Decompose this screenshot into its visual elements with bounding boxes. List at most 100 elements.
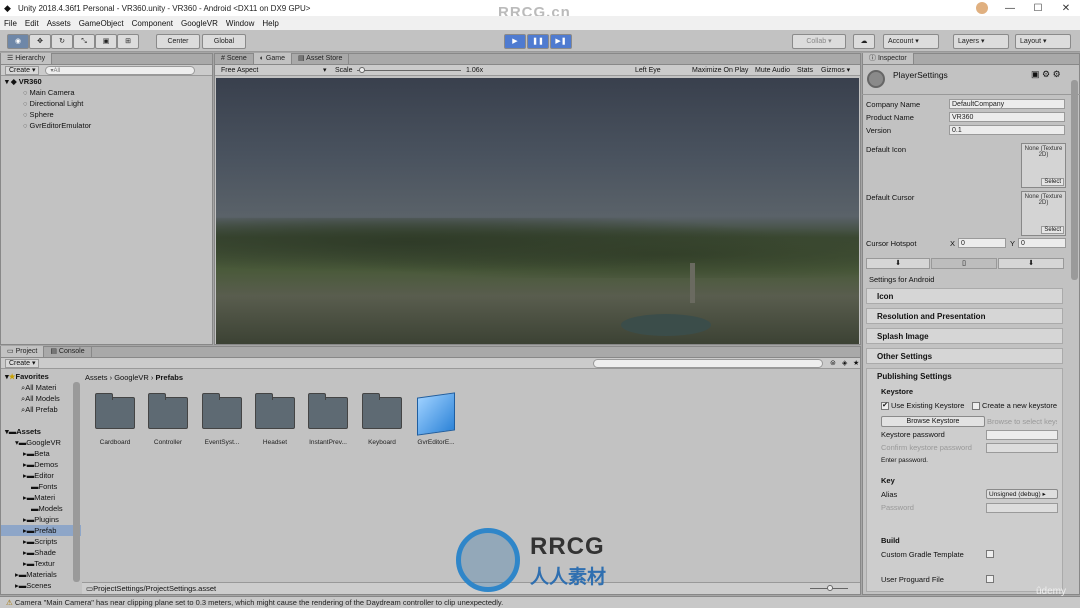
avatar[interactable] (976, 2, 988, 14)
scale-tool-button[interactable]: ⤡ (73, 34, 95, 49)
product-name-field[interactable]: VR360 (949, 112, 1065, 122)
scale-slider-thumb[interactable] (359, 67, 365, 73)
layers-dropdown[interactable]: Layers ▾ (953, 34, 1009, 49)
create-keystore-checkbox[interactable] (972, 402, 980, 410)
browse-keystore-button[interactable]: Browse Keystore (881, 416, 985, 427)
use-existing-keystore-checkbox[interactable]: ✔ (881, 402, 889, 410)
hierarchy-item-sphere[interactable]: ◌ Sphere (1, 109, 212, 120)
mute-audio-toggle[interactable]: Mute Audio (755, 67, 790, 74)
icon-size-slider-thumb[interactable] (827, 585, 833, 591)
menu-googlevr[interactable]: GoogleVR (181, 19, 218, 28)
menu-window[interactable]: Window (226, 19, 254, 28)
tree-item[interactable]: ⌕All Materi (1, 382, 81, 393)
user-proguard-checkbox[interactable] (986, 575, 994, 583)
company-name-field[interactable]: DefaultCompany (949, 99, 1065, 109)
breadcrumb-prefabs[interactable]: Prefabs (156, 373, 184, 382)
minimize-button[interactable]: — (996, 3, 1024, 14)
section-icon[interactable]: Icon (866, 288, 1063, 304)
layout-dropdown[interactable]: Layout ▾ (1015, 34, 1071, 49)
custom-gradle-checkbox[interactable] (986, 550, 994, 558)
breadcrumb-assets[interactable]: Assets (85, 373, 108, 382)
tree-item[interactable]: ▬Models (1, 503, 81, 514)
keystore-password-field[interactable] (986, 430, 1058, 440)
tab-scene[interactable]: # Scene (215, 53, 254, 64)
tree-item-selected[interactable]: ▸▬Prefab (1, 525, 81, 536)
folder-controller-icon[interactable] (148, 393, 188, 429)
maximize-on-play-toggle[interactable]: Maximize On Play (692, 67, 748, 74)
select-button[interactable]: Select (1041, 178, 1064, 186)
assets-header[interactable]: ▾▬Assets (1, 426, 81, 437)
alias-dropdown[interactable]: Unsigned (debug) ▸ (986, 489, 1058, 499)
cloud-button[interactable]: ☁ (853, 34, 875, 49)
status-bar[interactable]: ⚠ Camera "Main Camera" has near clipping… (0, 596, 1080, 608)
folder-cardboard-icon[interactable] (95, 393, 135, 429)
component-menu-icons[interactable]: ▣ ⚙ ⚙ (1031, 69, 1061, 80)
section-resolution[interactable]: Resolution and Presentation (866, 308, 1063, 324)
select-button[interactable]: Select (1041, 226, 1064, 234)
collab-button[interactable]: Collab ▾ (792, 34, 846, 49)
hierarchy-item-gvr-editor-emulator[interactable]: ◌ GvrEditorEmulator (1, 120, 212, 131)
hierarchy-item-main-camera[interactable]: ◌ Main Camera (1, 87, 212, 98)
menu-file[interactable]: File (4, 19, 17, 28)
pivot-global-button[interactable]: Global (202, 34, 246, 49)
rotate-tool-button[interactable]: ↻ (51, 34, 73, 49)
tree-item[interactable]: ▸▬Demos (1, 459, 81, 470)
tab-inspector[interactable]: ⓘ Inspector (863, 53, 914, 64)
hotspot-x-field[interactable]: 0 (958, 238, 1006, 248)
key-password-field[interactable] (986, 503, 1058, 513)
tree-item[interactable]: ▸▬Scenes (1, 580, 81, 591)
pivot-center-button[interactable]: Center (156, 34, 200, 49)
folder-instantpreview-icon[interactable] (308, 393, 348, 429)
tree-item[interactable]: ⌕All Prefab (1, 404, 81, 415)
tree-item[interactable]: ▸▬Plugins (1, 514, 81, 525)
play-button[interactable]: ▶ (504, 34, 526, 49)
tree-item[interactable]: ▬Fonts (1, 481, 81, 492)
platform-tab-standalone[interactable]: ⬇ (866, 258, 930, 269)
folder-keyboard-icon[interactable] (362, 393, 402, 429)
rect-tool-button[interactable]: ▣ (95, 34, 117, 49)
tab-game[interactable]: ◐ Game (253, 53, 292, 64)
game-viewport[interactable] (216, 78, 859, 344)
gizmos-dropdown[interactable]: Gizmos ▾ (821, 66, 850, 74)
tree-scrollbar[interactable] (73, 382, 80, 582)
stats-toggle[interactable]: Stats (797, 67, 813, 74)
eye-dropdown[interactable]: Left Eye (635, 67, 661, 74)
version-field[interactable]: 0.1 (949, 125, 1065, 135)
tab-console[interactable]: ▤ Console (44, 346, 92, 357)
platform-tab-webgl[interactable]: ⬇ (998, 258, 1064, 269)
tab-hierarchy[interactable]: ☰ Hierarchy (1, 53, 53, 64)
filter-type-icon[interactable]: ⊜ (830, 359, 836, 367)
tree-item[interactable]: ▸▬Textur (1, 558, 81, 569)
step-button[interactable]: ▶❚ (550, 34, 572, 49)
favorite-star-icon[interactable]: ★ (853, 359, 859, 367)
filter-label-icon[interactable]: ◈ (842, 359, 847, 367)
aspect-dropdown[interactable]: Free Aspect (221, 67, 258, 74)
tab-asset-store[interactable]: ▤ Asset Store (292, 53, 350, 64)
account-dropdown[interactable]: Account ▾ (883, 34, 939, 49)
transform-tool-button[interactable]: ⊞ (117, 34, 139, 49)
project-create-button[interactable]: Create ▾ (5, 358, 40, 368)
menu-gameobject[interactable]: GameObject (79, 19, 124, 28)
default-icon-slot[interactable]: None (Texture 2D) Select (1021, 143, 1066, 188)
tree-item[interactable]: ▸▬Shade (1, 547, 81, 558)
menu-help[interactable]: Help (262, 19, 278, 28)
tree-item[interactable]: ▾▬GoogleVR (1, 437, 81, 448)
tree-item[interactable]: ⌕All Models (1, 393, 81, 404)
project-search-input[interactable] (593, 359, 823, 368)
move-tool-button[interactable]: ✥ (29, 34, 51, 49)
tab-project[interactable]: ▭ Project (1, 346, 45, 357)
inspector-scrollbar[interactable] (1071, 80, 1078, 280)
menu-component[interactable]: Component (132, 19, 173, 28)
view-tool-button[interactable]: ◉ (7, 34, 29, 49)
confirm-password-field[interactable] (986, 443, 1058, 453)
tree-item[interactable]: ▸▬Beta (1, 448, 81, 459)
default-cursor-slot[interactable]: None (Texture 2D) Select (1021, 191, 1066, 236)
hierarchy-create-button[interactable]: Create ▾ (5, 65, 40, 75)
section-splash-image[interactable]: Splash Image (866, 328, 1063, 344)
hierarchy-item-directional-light[interactable]: ◌ Directional Light (1, 98, 212, 109)
menu-edit[interactable]: Edit (25, 19, 39, 28)
tree-item[interactable]: ▸▬Editor (1, 470, 81, 481)
breadcrumb-googlevr[interactable]: GoogleVR (114, 373, 149, 382)
favorites-header[interactable]: ▾★Favorites (1, 371, 81, 382)
hotspot-y-field[interactable]: 0 (1018, 238, 1066, 248)
